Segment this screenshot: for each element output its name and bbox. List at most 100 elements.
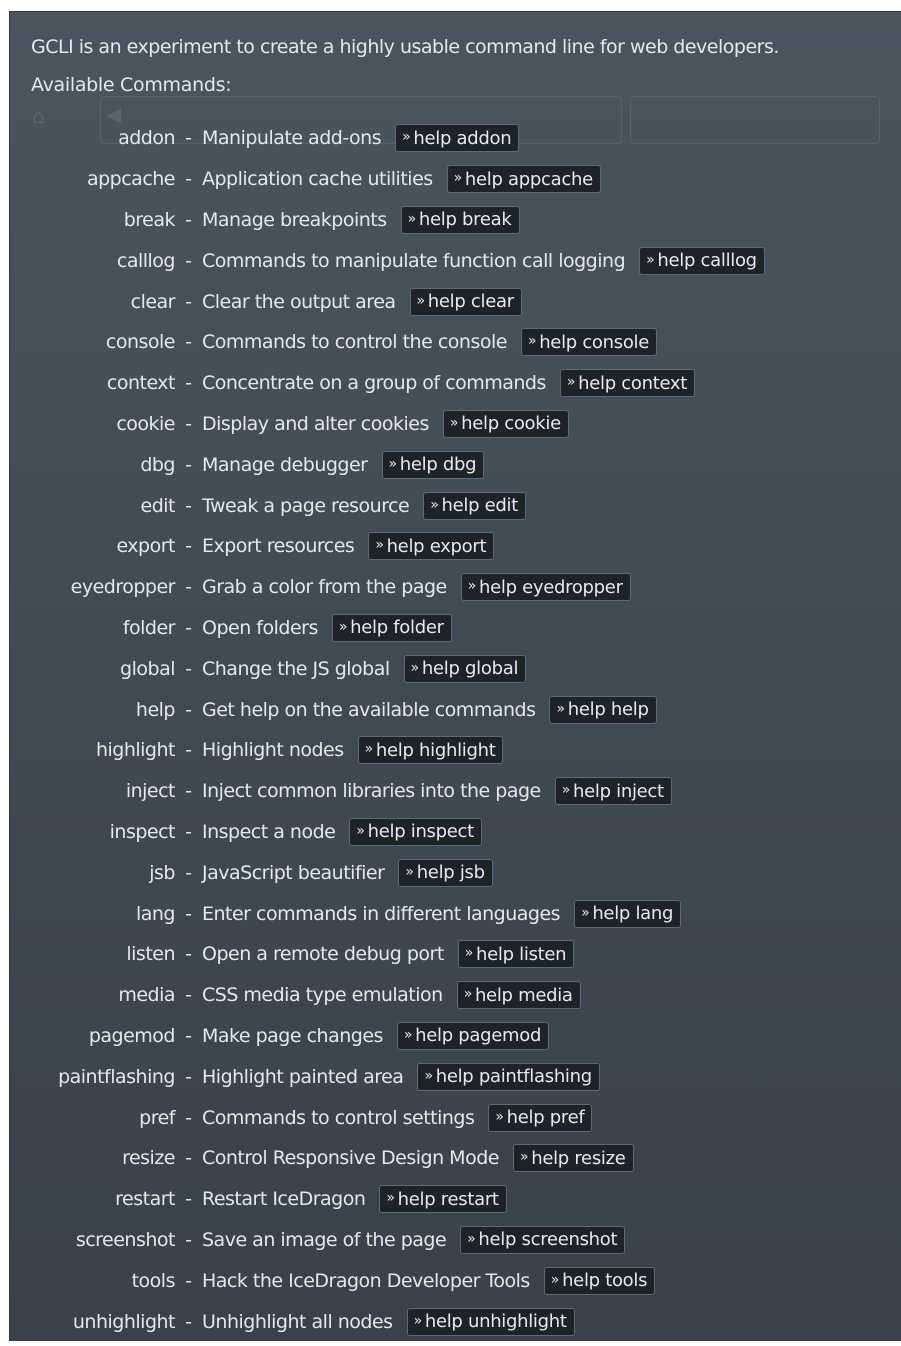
separator: - [185, 1106, 192, 1129]
separator: - [185, 739, 192, 762]
command-name: dbg [140, 453, 175, 476]
help-cookie-button[interactable]: » help cookie [442, 409, 569, 438]
command-row-help: help - Get help on the available commands »… [10, 689, 901, 730]
separator: - [185, 1024, 192, 1047]
help-button-label: help inspect [367, 821, 475, 843]
help-appcache-button[interactable]: » help appcache [446, 165, 601, 194]
help-button-label: help paintflashing [435, 1066, 592, 1088]
separator: - [185, 984, 192, 1007]
command-description: Application cache utilities [202, 168, 433, 191]
command-description: Inspect a node [202, 820, 336, 843]
command-description: CSS media type emulation [202, 984, 443, 1007]
help-clear-button[interactable]: » help clear [409, 287, 522, 316]
command-name: highlight [95, 739, 176, 762]
command-description: Restart IceDragon [202, 1188, 366, 1211]
command-description: Change the JS global [202, 657, 390, 680]
command-description: Highlight painted area [202, 1065, 404, 1088]
help-help-button[interactable]: » help help [549, 695, 657, 724]
command-row-highlight: highlight - Highlight nodes » help highlight [10, 730, 901, 771]
command-row-media: media - CSS media type emulation » help medi… [10, 975, 901, 1016]
command-description: Enter commands in different languages [202, 902, 561, 925]
help-button-label: help eyedropper [478, 576, 623, 598]
help-button-label: help context [578, 372, 688, 394]
help-lang-button[interactable]: » help lang [574, 899, 682, 928]
command-description: Get help on the available commands [202, 698, 536, 721]
command-name: appcache [86, 168, 176, 191]
separator: - [185, 1065, 192, 1088]
help-break-button[interactable]: » help break [400, 205, 520, 234]
help-button-label: help screenshot [478, 1229, 618, 1251]
command-name: global [120, 657, 175, 680]
help-inspect-button[interactable]: » help inspect [349, 817, 482, 846]
help-button-label: help clear [427, 291, 514, 313]
separator: - [185, 208, 192, 231]
command-name: break [123, 208, 176, 231]
command-name: inspect [109, 820, 176, 843]
help-listen-button[interactable]: » help listen [457, 940, 575, 969]
separator: - [185, 780, 192, 803]
separator: - [185, 820, 192, 843]
help-media-button[interactable]: » help media [456, 981, 581, 1010]
raquo-icon: » [407, 210, 417, 227]
help-dbg-button[interactable]: » help dbg [381, 450, 485, 479]
separator: - [185, 290, 192, 313]
help-calllog-button[interactable]: » help calllog [639, 246, 765, 275]
separator: - [185, 494, 192, 517]
command-row-clear: clear - Clear the output area » help clear [10, 281, 901, 322]
help-pagemod-button[interactable]: » help pagemod [396, 1021, 550, 1050]
raquo-icon: » [519, 1149, 529, 1166]
help-folder-button[interactable]: » help folder [331, 613, 452, 642]
help-screenshot-button[interactable]: » help screenshot [460, 1225, 626, 1254]
raquo-icon: » [527, 333, 537, 350]
help-console-button[interactable]: » help console [520, 328, 658, 357]
raquo-icon: » [561, 782, 571, 799]
command-row-dbg: dbg - Manage debugger » help dbg [10, 444, 901, 485]
help-button-label: help unhighlight [424, 1311, 567, 1332]
command-name: edit [140, 494, 176, 517]
help-paintflashing-button[interactable]: » help paintflashing [417, 1062, 600, 1091]
command-row-console: console - Commands to control the console »… [10, 322, 901, 363]
command-row-folder: folder - Open folders » help folder [10, 608, 901, 649]
raquo-icon: » [556, 700, 565, 717]
help-addon-button[interactable]: » help addon [395, 124, 520, 153]
command-row-screenshot: screenshot - Save an image of the page » hel… [10, 1220, 901, 1261]
separator: - [185, 698, 192, 721]
command-row-resize: resize - Control Responsive Design Mode » he… [10, 1138, 901, 1179]
command-row-unhighlight: unhighlight - Unhighlight all nodes » help u… [10, 1301, 901, 1341]
help-export-button[interactable]: » help export [368, 532, 495, 561]
command-row-paintflashing: paintflashing - Highlight painted area » hel… [10, 1056, 901, 1097]
raquo-icon: » [388, 455, 398, 472]
help-jsb-button[interactable]: » help jsb [398, 858, 493, 887]
help-global-button[interactable]: » help global [403, 654, 527, 683]
separator: - [185, 453, 192, 476]
command-name: pagemod [88, 1024, 176, 1047]
command-description: Manage breakpoints [202, 208, 387, 231]
raquo-icon: » [449, 414, 459, 431]
help-pref-button[interactable]: » help pref [488, 1103, 593, 1132]
help-resize-button[interactable]: » help resize [512, 1144, 634, 1173]
command-description: Concentrate on a group of commands [202, 372, 546, 395]
help-highlight-button[interactable]: » help highlight [357, 736, 504, 765]
command-row-listen: listen - Open a remote debug port » help lis… [10, 934, 901, 975]
command-description: Highlight nodes [202, 739, 344, 762]
raquo-icon: » [424, 1067, 433, 1084]
raquo-icon: » [430, 496, 439, 513]
raquo-icon: » [646, 251, 655, 268]
help-context-button[interactable]: » help context [559, 369, 696, 398]
command-description: Grab a color from the page [202, 576, 447, 599]
help-eyedropper-button[interactable]: » help eyedropper [460, 573, 631, 602]
command-name: export [116, 535, 175, 558]
command-name: calllog [116, 249, 176, 272]
help-unhighlight-button[interactable]: » help unhighlight [406, 1307, 575, 1336]
gcli-intro-text: GCLI is an experiment to create a highly… [31, 36, 779, 58]
command-row-cookie: cookie - Display and alter cookies » help co… [10, 404, 901, 445]
help-tools-button[interactable]: » help tools [543, 1266, 656, 1295]
separator: - [185, 1310, 192, 1333]
help-edit-button[interactable]: » help edit [423, 491, 526, 520]
help-button-label: help global [421, 658, 519, 680]
command-name: cookie [116, 412, 175, 435]
help-restart-button[interactable]: » help restart [379, 1185, 507, 1214]
raquo-icon: » [566, 374, 576, 391]
command-name: resize [122, 1147, 175, 1170]
help-inject-button[interactable]: » help inject [554, 777, 672, 806]
